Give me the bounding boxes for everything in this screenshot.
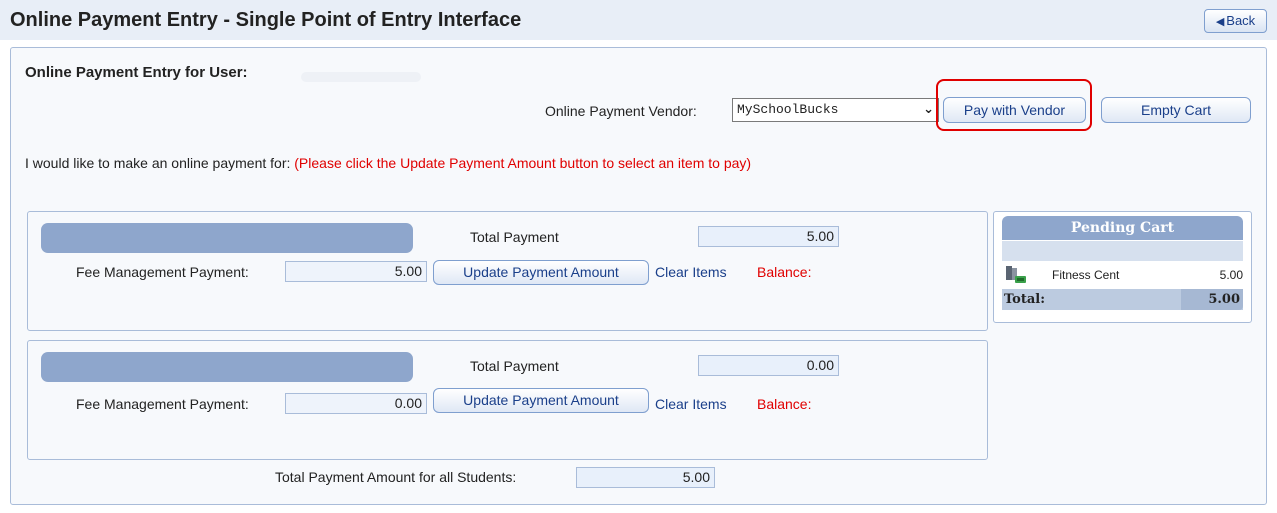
fee-payment-input[interactable]: 0.00 xyxy=(285,393,427,414)
update-payment-button[interactable]: Update Payment Amount xyxy=(433,260,649,285)
total-payment-value: 5.00 xyxy=(698,226,839,247)
clear-items-link[interactable]: Clear Items xyxy=(655,264,727,280)
empty-cart-button[interactable]: Empty Cart xyxy=(1101,97,1251,123)
student-payment-box: Total Payment 5.00 Fee Management Paymen… xyxy=(27,211,988,331)
cart-total-value: 5.00 xyxy=(1181,289,1243,310)
clear-items-link[interactable]: Clear Items xyxy=(655,396,727,412)
grand-total-label: Total Payment Amount for all Students: xyxy=(275,469,517,485)
back-button[interactable]: ◀ Back xyxy=(1204,9,1267,33)
total-payment-value: 0.00 xyxy=(698,355,839,376)
fee-payment-label: Fee Management Payment: xyxy=(76,264,249,280)
intro-warning: (Please click the Update Payment Amount … xyxy=(294,155,752,171)
balance-label: Balance: xyxy=(757,396,812,412)
redacted-student-name xyxy=(41,352,413,382)
cart-item-name: Fitness Cent xyxy=(1052,268,1120,282)
title-bar: Online Payment Entry - Single Point of E… xyxy=(0,0,1277,40)
fitness-item-icon xyxy=(1005,265,1027,285)
intro-text: I would like to make an online payment f… xyxy=(25,155,751,171)
pending-cart: Pending Cart Fitness Cent 5.00 Total: 5.… xyxy=(993,211,1252,323)
vendor-select-value: MySchoolBucks xyxy=(737,102,839,117)
vendor-label: Online Payment Vendor: xyxy=(545,103,697,119)
student-payment-box: Total Payment 0.00 Fee Management Paymen… xyxy=(27,340,988,460)
cart-total-label: Total: xyxy=(1004,292,1046,307)
balance-label: Balance: xyxy=(757,264,812,280)
total-payment-label: Total Payment xyxy=(470,229,559,245)
cart-item: Fitness Cent 5.00 xyxy=(1002,264,1243,286)
cart-total-row: Total: 5.00 xyxy=(1002,289,1243,310)
redacted-student-name xyxy=(41,223,413,253)
vendor-select[interactable]: MySchoolBucks ⌄ xyxy=(732,98,939,122)
triangle-left-icon: ◀ xyxy=(1215,16,1225,28)
grand-total-value: 5.00 xyxy=(576,467,715,488)
fee-payment-label: Fee Management Payment: xyxy=(76,396,249,412)
fee-payment-input[interactable]: 5.00 xyxy=(285,261,427,282)
chevron-down-icon: ⌄ xyxy=(923,102,934,117)
total-payment-label: Total Payment xyxy=(470,358,559,374)
redacted-user-name xyxy=(301,72,421,82)
cart-item-amount: 5.00 xyxy=(1219,268,1243,282)
cart-title: Pending Cart xyxy=(1002,216,1243,240)
update-payment-button[interactable]: Update Payment Amount xyxy=(433,388,649,413)
page-title: Online Payment Entry - Single Point of E… xyxy=(10,9,522,31)
payment-panel: Online Payment Entry for User: Online Pa… xyxy=(10,47,1267,505)
panel-subtitle: Online Payment Entry for User: xyxy=(25,64,248,81)
intro-label: I would like to make an online payment f… xyxy=(25,155,291,171)
back-label: Back xyxy=(1226,13,1256,28)
pay-with-vendor-button[interactable]: Pay with Vendor xyxy=(943,97,1086,123)
cart-student-row xyxy=(1002,241,1243,261)
